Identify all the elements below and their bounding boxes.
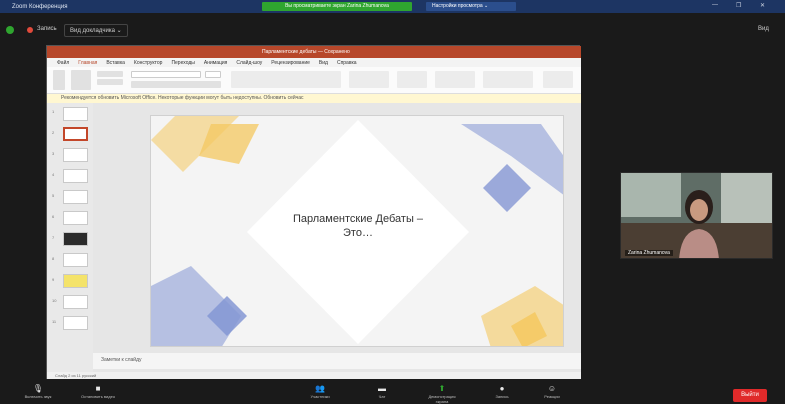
designer-button[interactable] [543, 71, 573, 88]
window-title: Zoom Конференция [12, 3, 68, 10]
slide-thumb-2[interactable] [63, 127, 88, 141]
video-frame-art [621, 173, 772, 258]
arrange-group[interactable] [435, 71, 475, 88]
thumb-number: 6 [52, 214, 55, 219]
paste-button[interactable] [53, 70, 65, 90]
current-slide[interactable]: Парламентские Дебаты – Это… [150, 115, 564, 347]
viewing-banner: Вы просматриваете экран Zarina Zhumanova [262, 2, 412, 11]
participant-name: Zarina Zhumanova [625, 250, 673, 256]
mic-icon: 🎙 [32, 384, 44, 393]
recording-label: Запись [37, 26, 57, 32]
thumb-number: 9 [52, 277, 55, 282]
paragraph-group[interactable] [231, 71, 341, 88]
tab-file[interactable]: Файл [57, 60, 69, 66]
shared-screen: Парламентские дебаты — Сохранено Файл Гл… [46, 45, 581, 379]
meeting-bar: Запись Вид докладчика ⌄ Вид [0, 23, 785, 39]
font-format-group[interactable] [131, 81, 221, 88]
powerpoint-statusbar: Слайд 2 из 11 русский [47, 372, 581, 379]
view-mode-dropdown[interactable]: Вид докладчика ⌄ [64, 24, 128, 37]
slide-title[interactable]: Парламентские Дебаты – Это… [258, 212, 458, 240]
minimize-icon[interactable]: — [712, 2, 718, 8]
tab-animations[interactable]: Анимация [204, 60, 227, 66]
chat-button[interactable]: ▬ Чат [362, 384, 402, 404]
tab-review[interactable]: Рецензирование [271, 60, 310, 66]
text-tools-group[interactable] [349, 71, 389, 88]
chat-label: Чат [378, 394, 386, 399]
new-slide-button[interactable] [71, 70, 91, 90]
notes-pane[interactable]: Заметки к слайду [93, 353, 581, 369]
maximize-icon[interactable]: ❐ [736, 2, 741, 9]
thumb-number: 8 [52, 256, 55, 261]
slide-thumb-4[interactable] [63, 169, 88, 183]
tab-home[interactable]: Главная [78, 60, 97, 66]
slide-thumb-1[interactable] [63, 107, 88, 121]
slide-thumb-10[interactable] [63, 295, 88, 309]
slide-thumb-9[interactable] [63, 274, 88, 288]
participants-label: Участники [310, 394, 330, 399]
share-screen-button[interactable]: ⬆ Демонстрация экрана [422, 384, 462, 404]
record-label: Запись [495, 394, 509, 399]
tab-design[interactable]: Конструктор [134, 60, 163, 66]
thumb-number: 1 [52, 109, 55, 114]
view-options-button[interactable]: Настройки просмотра ⌄ [426, 2, 516, 11]
thumb-number: 2 [52, 130, 55, 135]
record-icon: ● [499, 384, 505, 393]
view-button[interactable]: Вид [758, 26, 769, 32]
video-button[interactable]: ■ Остановить видео [78, 384, 118, 404]
tab-transitions[interactable]: Переходы [171, 60, 194, 66]
slide-thumb-11[interactable] [63, 316, 88, 330]
participant-video[interactable]: Zarina Zhumanova [620, 172, 773, 259]
thumb-number: 7 [52, 235, 55, 240]
meeting-toolbar: 🎙 Включить звук ■ Остановить видео 👥 Уча… [0, 384, 785, 404]
record-button[interactable]: ● Запись [482, 384, 522, 404]
slide-thumbnails: 1 2 3 4 5 6 7 8 9 10 11 [47, 103, 93, 376]
mute-label: Включить звук [24, 394, 52, 399]
ribbon-tabs: Файл Главная Вставка Конструктор Переход… [47, 58, 581, 67]
reactions-button[interactable]: ☺ Реакции [532, 384, 572, 404]
shapes-group[interactable] [397, 71, 427, 88]
tab-insert[interactable]: Вставка [106, 60, 125, 66]
video-label: Остановить видео [80, 394, 116, 399]
slide-thumb-7[interactable] [63, 232, 88, 246]
participants-icon: 👥 [315, 384, 325, 393]
layout-button[interactable] [97, 71, 123, 77]
slide-title-line1: Парламентские Дебаты – [292, 213, 424, 225]
slide-thumb-5[interactable] [63, 190, 88, 204]
thumb-number: 4 [52, 172, 55, 177]
slide-canvas: Парламентские Дебаты – Это… [93, 103, 581, 376]
editing-group[interactable] [483, 71, 533, 88]
record-dot-icon [27, 27, 33, 33]
presentation-title: Парламентские дебаты — Сохранено [262, 49, 350, 55]
thumb-number: 3 [52, 151, 55, 156]
thumb-number: 11 [52, 319, 57, 324]
reactions-icon: ☺ [547, 384, 557, 393]
thumb-number: 5 [52, 193, 55, 198]
leave-button[interactable]: Выйти [733, 389, 767, 402]
chat-icon: ▬ [378, 384, 386, 393]
font-name-select[interactable] [131, 71, 201, 78]
share-label: Демонстрация экрана [428, 394, 456, 404]
thumb-number: 10 [52, 298, 57, 303]
slide-thumb-6[interactable] [63, 211, 88, 225]
reset-button[interactable] [97, 79, 123, 85]
participants-button[interactable]: 👥 Участники [300, 384, 340, 404]
ribbon [47, 67, 581, 94]
tab-view[interactable]: Вид [319, 60, 328, 66]
close-icon[interactable]: ✕ [760, 2, 765, 9]
reactions-label: Реакции [544, 394, 560, 399]
slide-counter: Слайд 2 из 11 русский [55, 373, 97, 378]
font-size-select[interactable] [205, 71, 221, 78]
mute-button[interactable]: 🎙 Включить звук [18, 384, 58, 404]
share-icon: ⬆ [438, 384, 446, 393]
slide-thumb-8[interactable] [63, 253, 88, 267]
update-notice: Рекомендуется обновить Microsoft Office.… [47, 94, 581, 103]
security-shield-icon[interactable] [6, 26, 14, 34]
slide-thumb-3[interactable] [63, 148, 88, 162]
powerpoint-titlebar: Парламентские дебаты — Сохранено [47, 46, 581, 58]
slide-title-line2: Это… [343, 227, 373, 239]
camera-icon: ■ [95, 384, 101, 393]
tab-slideshow[interactable]: Слайд-шоу [236, 60, 262, 66]
tab-help[interactable]: Справка [337, 60, 357, 66]
